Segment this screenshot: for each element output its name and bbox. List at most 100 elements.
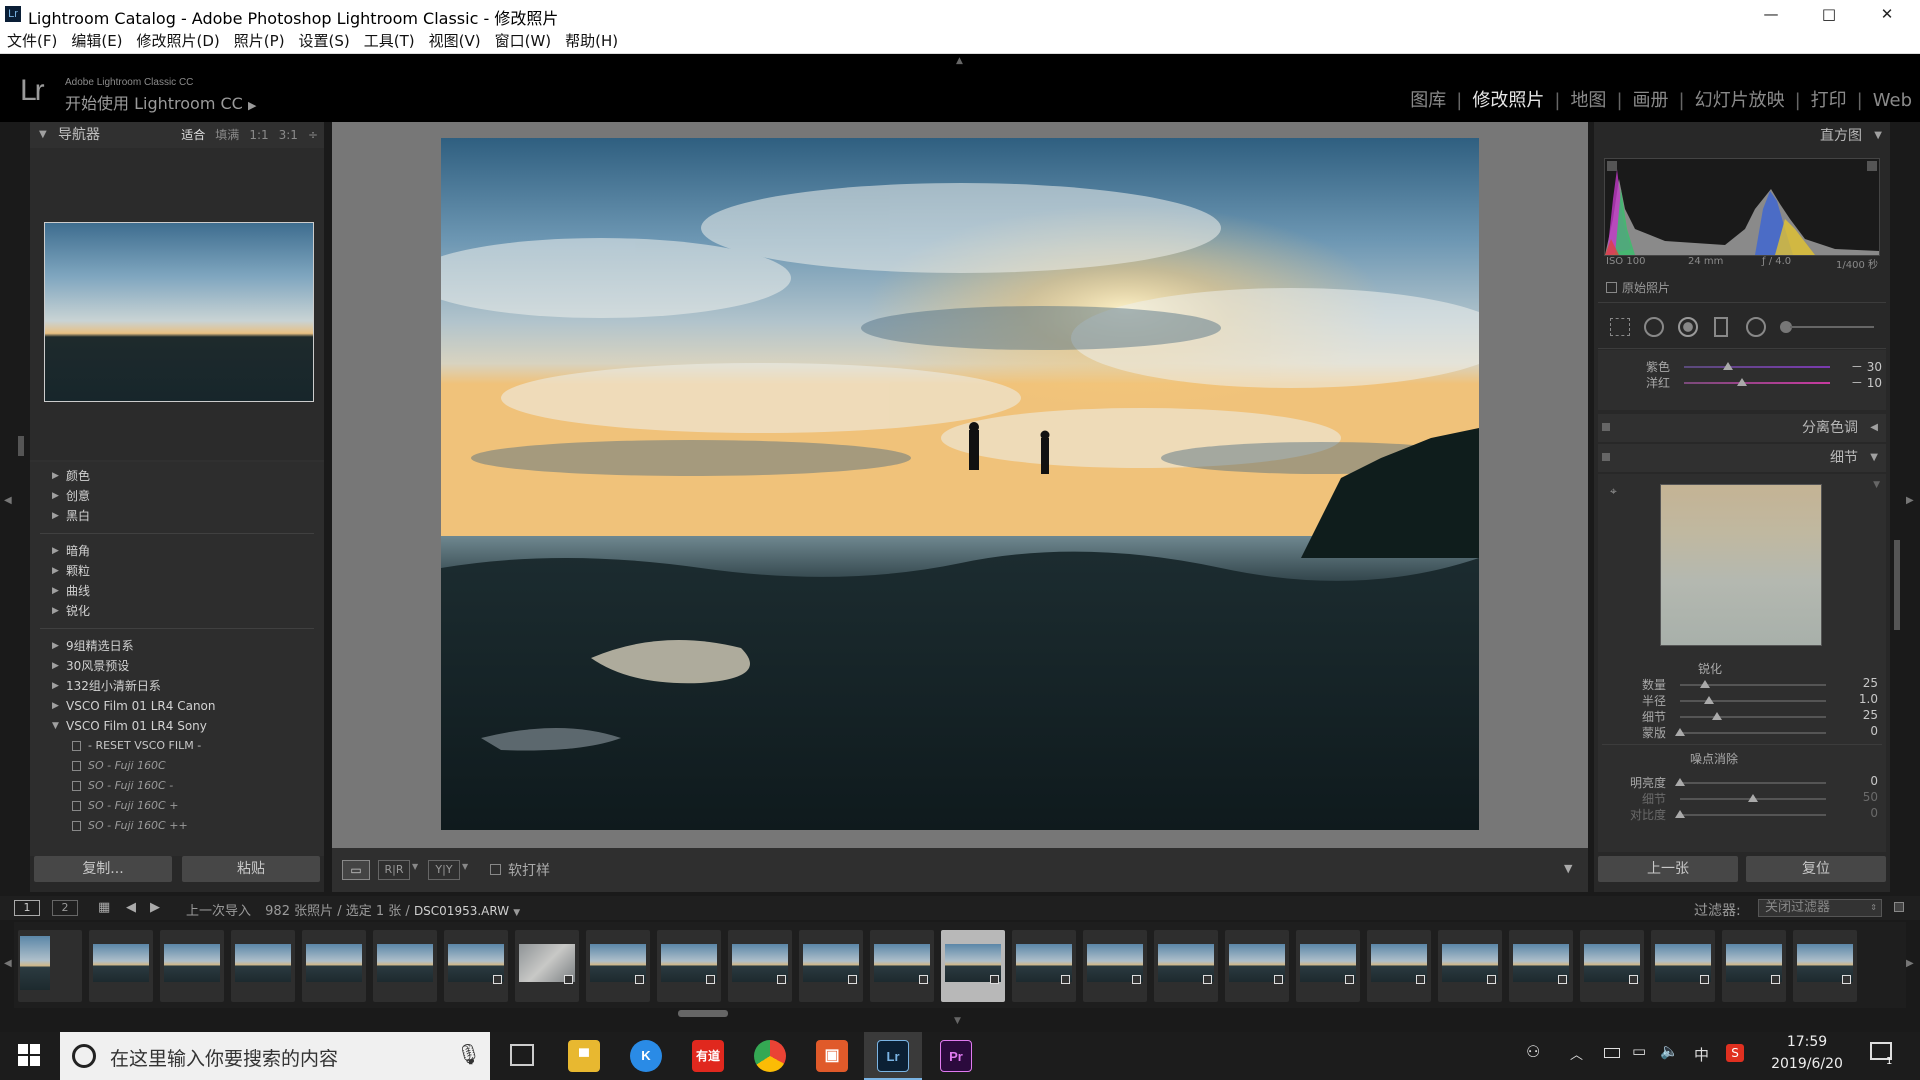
youdao-icon[interactable]: 有道 [692, 1040, 724, 1072]
preset-folder-creative[interactable]: ▶ 创意 [30, 486, 324, 506]
get-started-link[interactable]: 开始使用 Lightroom CC ▶ [65, 90, 256, 114]
target-adjust-icon[interactable]: ⌖ [1610, 484, 1617, 499]
filmstrip-thumbnail[interactable] [1083, 930, 1147, 1002]
top-panel-toggle-icon[interactable]: ▲ [956, 56, 963, 66]
preset-item[interactable]: - RESET VSCO FILM - [30, 736, 324, 756]
maximize-button[interactable]: □ [1800, 0, 1858, 28]
preset-folder-vsco-sony[interactable]: ▼ VSCO Film 01 LR4 Sony [30, 716, 324, 736]
filmstrip-thumbnail[interactable] [1722, 930, 1786, 1002]
network-icon[interactable]: ▭ [1632, 1042, 1646, 1060]
reset-button[interactable]: 复位 [1746, 856, 1886, 882]
clock-date[interactable]: 2019/6/20 [1766, 1056, 1848, 1072]
spot-removal-icon[interactable] [1644, 317, 1664, 337]
filmstrip-thumbnail[interactable] [1580, 930, 1644, 1002]
forward-arrow-icon[interactable]: ▶ [150, 900, 160, 915]
menu-edit[interactable]: 编辑(E) [64, 28, 129, 54]
preset-item[interactable]: SO - Fuji 160C + [30, 796, 324, 816]
filter-select[interactable]: 关闭过滤器 ⇕ [1758, 899, 1882, 917]
module-slideshow[interactable]: 幻灯片放映 [1695, 90, 1785, 111]
filmstrip-thumbnail[interactable] [231, 930, 295, 1002]
preset-folder-sharpen[interactable]: ▶ 锐化 [30, 601, 324, 621]
filmstrip-thumbnail[interactable] [941, 930, 1005, 1002]
left-scrollbar[interactable] [18, 436, 24, 456]
copy-button[interactable]: 复制... [34, 856, 172, 882]
filmstrip-thumbnail[interactable] [302, 930, 366, 1002]
filmstrip-thumbnail[interactable] [1793, 930, 1857, 1002]
menu-view[interactable]: 视图(V) [422, 28, 488, 54]
menu-tools[interactable]: 工具(T) [357, 28, 422, 54]
module-print[interactable]: 打印 [1811, 90, 1847, 111]
radial-filter-icon[interactable] [1746, 317, 1766, 337]
filmstrip-thumbnail[interactable] [89, 930, 153, 1002]
compare-dropdown-icon[interactable]: ▼ [412, 862, 418, 871]
filmstrip-thumbnail[interactable] [728, 930, 792, 1002]
module-web[interactable]: Web [1873, 90, 1912, 111]
loupe-view-button[interactable]: ▭ [342, 860, 370, 880]
toolbar-menu-arrow-icon[interactable]: ▼ [1564, 862, 1572, 875]
module-book[interactable]: 画册 [1633, 90, 1669, 111]
people-icon[interactable]: ⚇ [1526, 1042, 1540, 1061]
close-button[interactable]: ✕ [1858, 0, 1916, 28]
crop-overlay-icon[interactable] [1610, 318, 1630, 336]
filmstrip-scroll-thumb[interactable] [678, 1010, 728, 1017]
filmstrip-thumbnail[interactable] [1367, 930, 1431, 1002]
compare-view-button[interactable]: R|R [378, 860, 410, 880]
battery-icon[interactable] [1604, 1048, 1620, 1058]
clock-time[interactable]: 17:59 [1766, 1034, 1848, 1050]
zoom-fit[interactable]: 适合 [181, 128, 205, 142]
histogram-header[interactable]: 直方图 ▼ [1594, 122, 1890, 150]
grid-view-icon[interactable]: ▦ [98, 900, 110, 915]
survey-view-button[interactable]: Y|Y [428, 860, 460, 880]
menu-settings[interactable]: 设置(S) [292, 28, 357, 54]
preset-folder-bw[interactable]: ▶ 黑白 [30, 506, 324, 526]
preset-folder-curve[interactable]: ▶ 曲线 [30, 581, 324, 601]
premiere-icon[interactable]: Pr [940, 1040, 972, 1072]
soft-proof-checkbox[interactable] [490, 864, 501, 875]
red-eye-icon[interactable] [1678, 317, 1698, 337]
filmstrip-thumbnail[interactable] [1012, 930, 1076, 1002]
filmstrip-thumbnail[interactable] [18, 930, 82, 1002]
detail-header[interactable]: 细节 ▼ [1598, 444, 1886, 472]
task-view-icon[interactable] [510, 1044, 534, 1066]
filmstrip-scroll-left-icon[interactable]: ◀ [4, 958, 12, 969]
panel-switch-icon[interactable] [1602, 453, 1610, 461]
filmstrip-thumbnail[interactable] [160, 930, 224, 1002]
file-explorer-icon[interactable]: ▀ [568, 1040, 600, 1072]
slider-magenta[interactable]: 洋红 － 10 [1598, 374, 1894, 392]
main-photo[interactable] [441, 138, 1479, 830]
filmstrip-thumbnail[interactable] [870, 930, 934, 1002]
microphone-icon[interactable]: 🎙 [456, 1042, 481, 1066]
slider-sharpen-masking[interactable]: 蒙版 0 [1594, 724, 1890, 742]
graduated-filter-icon[interactable] [1714, 317, 1728, 337]
zoom-3-1[interactable]: 3:1 [279, 128, 298, 142]
preset-folder-vignette[interactable]: ▶ 暗角 [30, 541, 324, 561]
menu-help[interactable]: 帮助(H) [558, 28, 625, 54]
preset-item[interactable]: SO - Fuji 160C - [30, 776, 324, 796]
photos-app-icon[interactable]: ▣ [816, 1040, 848, 1072]
navigator-header[interactable]: ▼ 导航器 适合 填满 1:1 3:1 ÷ [30, 122, 324, 148]
chrome-icon[interactable] [754, 1040, 786, 1072]
filmstrip-thumbnail[interactable] [657, 930, 721, 1002]
preset-folder-grain[interactable]: ▶ 颗粒 [30, 561, 324, 581]
lightroom-icon[interactable]: Lr [877, 1040, 909, 1072]
zoom-arrows-icon[interactable]: ÷ [308, 128, 318, 142]
module-develop[interactable]: 修改照片 [1472, 90, 1544, 111]
bottom-panel-toggle-icon[interactable]: ▼ [954, 1016, 961, 1026]
preset-folder-30[interactable]: ▶ 30风景预设 [30, 656, 324, 676]
menu-photo[interactable]: 照片(P) [227, 28, 292, 54]
panel-switch-icon[interactable] [1602, 423, 1610, 431]
preset-folder-9[interactable]: ▶ 9组精选日系 [30, 636, 324, 656]
preset-item[interactable]: SO - Fuji 160C ++ [30, 816, 324, 836]
brush-slider-track[interactable] [1790, 326, 1874, 328]
zoom-1-1[interactable]: 1:1 [249, 128, 268, 142]
original-photo-checkbox[interactable] [1606, 282, 1617, 293]
filmstrip-thumbnail[interactable] [1651, 930, 1715, 1002]
filmstrip-thumbnail[interactable] [1154, 930, 1218, 1002]
filmstrip-thumbnail[interactable] [1225, 930, 1289, 1002]
filter-lock-icon[interactable] [1894, 902, 1904, 912]
kugou-icon[interactable]: K [630, 1040, 662, 1072]
filmstrip-thumbnail[interactable] [444, 930, 508, 1002]
slider-luminance-contrast[interactable]: 对比度 0 [1598, 806, 1886, 824]
sogou-ime-icon[interactable]: S [1726, 1044, 1744, 1062]
filmstrip-thumbnail[interactable] [1296, 930, 1360, 1002]
